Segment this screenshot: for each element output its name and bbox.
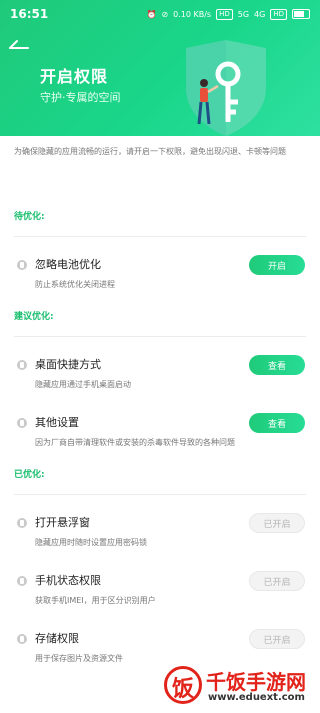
section-title-suggested: 建议优化: bbox=[14, 312, 54, 322]
watermark-logo-char: 饭 bbox=[172, 677, 195, 702]
watermark-url: www.eduext.com bbox=[208, 692, 305, 703]
settings-permission-icon bbox=[17, 418, 27, 428]
item-name: 其他设置 bbox=[35, 416, 79, 429]
item-desc: 因为厂商自带清理软件或安装的杀毒软件导致的各种问题 bbox=[35, 438, 235, 447]
permission-content: 为确保隐藏的应用流畅的运行，请开启一下权限，避免出现闪退、卡顿等问题 待优化: … bbox=[0, 136, 320, 679]
overlay-permission-icon bbox=[17, 518, 27, 528]
shortcut-permission-icon bbox=[17, 360, 27, 370]
site-watermark: 饭 千饭手游网 www.eduext.com bbox=[164, 664, 314, 708]
battery-icon bbox=[292, 9, 310, 19]
alarm-icon: ⏰ bbox=[146, 9, 157, 19]
phone-state-permission-icon bbox=[17, 576, 27, 586]
page-subtitle: 守护·专属的空间 bbox=[40, 91, 121, 104]
back-arrow-icon[interactable] bbox=[8, 34, 30, 52]
enabled-button[interactable]: 已开启 bbox=[249, 513, 305, 533]
status-bar: 16:51 ⏰ ⊘ 0.10 KB/s HD 5G 4G HD bbox=[0, 0, 320, 28]
item-name: 手机状态权限 bbox=[35, 574, 101, 587]
section-title-pending: 待优化: bbox=[14, 212, 45, 222]
notice-text: 为确保隐藏的应用流畅的运行，请开启一下权限，避免出现闪退、卡顿等问题 bbox=[14, 147, 286, 156]
storage-permission-icon bbox=[17, 634, 27, 644]
enabled-button[interactable]: 已开启 bbox=[249, 629, 305, 649]
item-desc: 获取手机IMEI，用于区分识别用户 bbox=[35, 596, 156, 605]
mute-icon: ⊘ bbox=[161, 9, 169, 19]
permission-item-phone-state: 手机状态权限 获取手机IMEI，用于区分识别用户 已开启 bbox=[0, 563, 320, 621]
battery-fill bbox=[294, 11, 304, 17]
view-button[interactable]: 查看 bbox=[249, 413, 305, 433]
status-time: 16:51 bbox=[10, 7, 49, 21]
watermark-logo: 饭 bbox=[164, 666, 202, 704]
5g-signal-icon: 5G bbox=[237, 9, 250, 19]
hd-icon-2: HD bbox=[270, 8, 287, 20]
section-title-optimized: 已优化: bbox=[14, 470, 45, 480]
enabled-button[interactable]: 已开启 bbox=[249, 571, 305, 591]
header-banner: 16:51 ⏰ ⊘ 0.10 KB/s HD 5G 4G HD 开启权限 守护·… bbox=[0, 0, 320, 136]
view-button[interactable]: 查看 bbox=[249, 355, 305, 375]
hd-icon: HD bbox=[216, 8, 233, 20]
item-desc: 防止系统优化关闭进程 bbox=[35, 280, 115, 289]
item-name: 忽略电池优化 bbox=[35, 258, 101, 271]
item-desc: 隐藏应用通过手机桌面启动 bbox=[35, 380, 131, 389]
page-title: 开启权限 bbox=[40, 67, 109, 86]
permission-item-battery: 忽略电池优化 防止系统优化关闭进程 开启 bbox=[0, 247, 320, 305]
status-icons: ⏰ ⊘ 0.10 KB/s HD 5G 4G HD bbox=[146, 8, 310, 20]
item-desc: 用于保存图片及资源文件 bbox=[35, 654, 123, 663]
permission-item-shortcut: 桌面快捷方式 隐藏应用通过手机桌面启动 查看 bbox=[0, 347, 320, 405]
watermark-name: 千饭手游网 bbox=[206, 670, 306, 694]
item-desc: 隐藏应用时随时设置应用密码锁 bbox=[35, 538, 147, 547]
item-name: 打开悬浮窗 bbox=[35, 516, 90, 529]
permission-item-overlay: 打开悬浮窗 隐藏应用时随时设置应用密码锁 已开启 bbox=[0, 505, 320, 563]
item-name: 存储权限 bbox=[35, 632, 79, 645]
4g-signal-icon: 4G bbox=[254, 9, 266, 19]
permission-item-other-settings: 其他设置 因为厂商自带清理软件或安装的杀毒软件导致的各种问题 查看 bbox=[0, 405, 320, 463]
shield-key-illustration bbox=[186, 40, 266, 136]
network-speed: 0.10 KB/s bbox=[173, 9, 212, 19]
battery-permission-icon bbox=[17, 260, 27, 270]
enable-button[interactable]: 开启 bbox=[249, 255, 305, 275]
item-name: 桌面快捷方式 bbox=[35, 358, 101, 371]
